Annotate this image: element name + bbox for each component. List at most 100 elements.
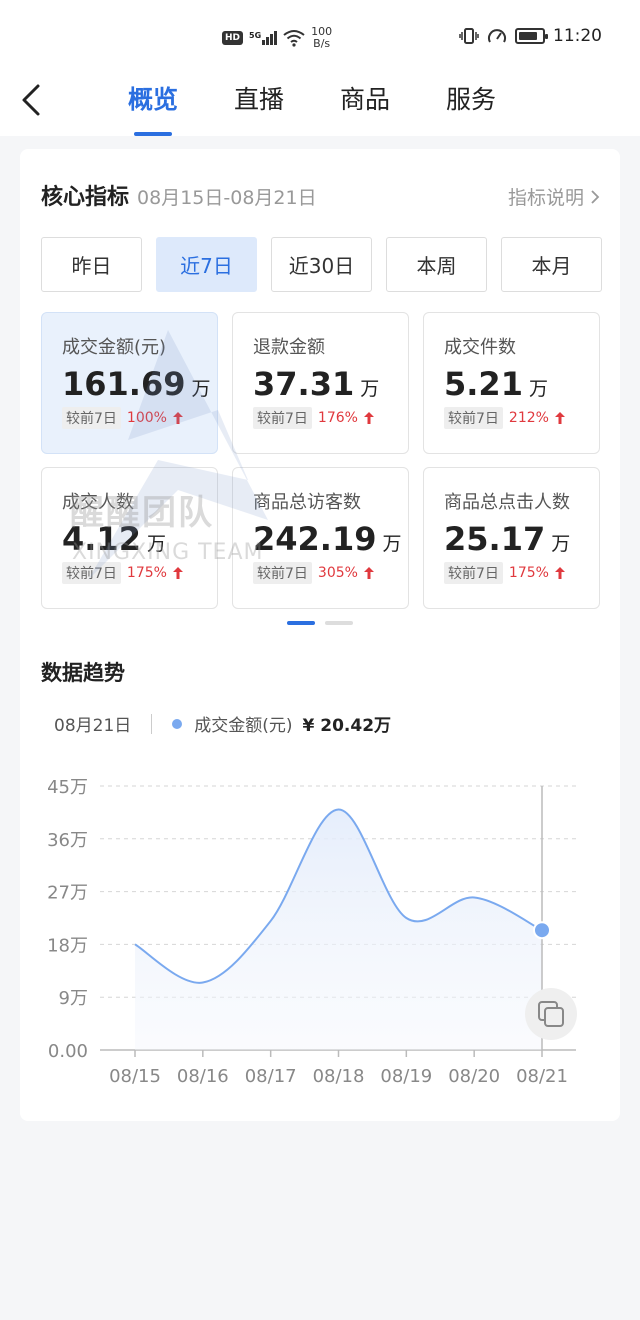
x-tick-label: 08/16 <box>177 1066 229 1087</box>
series-area <box>135 809 542 1050</box>
arrow-up-icon <box>363 412 374 424</box>
metric-unit: 万 <box>360 378 380 400</box>
metric-card[interactable]: 商品总访客数 242.19 万 较前7日 305% <box>232 467 409 609</box>
net-speed-unit: B/s <box>313 37 331 50</box>
period-last-7-days[interactable]: 近7日 <box>156 237 257 292</box>
change-percent: 305% <box>317 565 358 581</box>
series-label: 成交金额(元) <box>194 716 293 736</box>
metric-unit: 万 <box>191 378 211 400</box>
metric-unit: 万 <box>528 378 548 400</box>
tab-products[interactable]: 商品 <box>340 80 390 136</box>
y-tick-label: 27万 <box>47 883 88 904</box>
metric-label: 退款金额 <box>253 337 325 358</box>
x-tick-label: 08/19 <box>380 1066 432 1087</box>
period-yesterday[interactable]: 昨日 <box>41 237 142 292</box>
core-metrics-card: 核心指标 08月15日-08月21日 指标说明 昨日 近7日 近30日 本周 本… <box>20 149 620 1121</box>
compare-chip: 较前7日 <box>444 562 503 584</box>
metric-unit: 万 <box>382 533 402 555</box>
battery-fill <box>519 32 537 40</box>
period-selector: 昨日 近7日 近30日 本周 本月 <box>41 237 602 292</box>
metric-value: 25.17 <box>444 520 546 558</box>
metric-card[interactable]: 退款金额 37.31 万 较前7日 176% <box>232 312 409 454</box>
change-percent: 212% <box>508 410 549 426</box>
y-tick-label: 9万 <box>59 988 88 1009</box>
arrow-up-icon <box>172 412 183 424</box>
compare-chip: 较前7日 <box>253 407 312 429</box>
back-arrow-icon[interactable] <box>16 82 52 118</box>
wifi-icon <box>283 30 305 47</box>
clock: 11:20 <box>553 26 602 46</box>
arrow-up-icon <box>172 567 183 579</box>
tab-bar: 概览 直播 商品 服务 <box>128 80 496 136</box>
highlight-point <box>533 921 551 940</box>
y-tick-label: 18万 <box>47 935 88 956</box>
metric-label: 商品总点击人数 <box>444 492 570 513</box>
period-this-week[interactable]: 本周 <box>386 237 487 292</box>
selected-date: 08月21日 <box>54 716 132 736</box>
x-tick-label: 08/18 <box>313 1066 365 1087</box>
watermark-subtext: XINGXING TEAM <box>72 540 264 565</box>
change-percent: 176% <box>317 410 358 426</box>
compare-chip: 较前7日 <box>253 562 312 584</box>
metric-value: 242.19 <box>253 520 377 558</box>
arrow-up-icon <box>363 567 374 579</box>
trend-title: 数据趋势 <box>41 661 125 685</box>
metric-label: 商品总访客数 <box>253 492 361 513</box>
metric-label: 成交金额(元) <box>62 337 167 358</box>
y-tick-label: 36万 <box>47 830 88 851</box>
status-left: HD 5G 100 B/s <box>222 26 332 50</box>
tab-service[interactable]: 服务 <box>446 80 496 136</box>
metric-value: 5.21 <box>444 365 523 403</box>
change-percent: 100% <box>126 410 167 426</box>
metric-card[interactable]: 商品总点击人数 25.17 万 较前7日 175% <box>423 467 600 609</box>
trend-chart[interactable]: 0.00 9万 18万 27万 36万 45万 08/15 08/16 08/17 08/18 08… <box>20 769 620 1099</box>
metric-card[interactable]: 成交金额(元) 161.69 万 较前7日 100% <box>41 312 218 454</box>
metric-card[interactable]: 成交件数 5.21 万 较前7日 212% <box>423 312 600 454</box>
top-nav: 概览 直播 商品 服务 <box>0 70 640 136</box>
metric-help-label: 指标说明 <box>507 187 584 209</box>
signal-icon: 5G <box>249 31 278 45</box>
hd-badge: HD <box>222 31 244 45</box>
chevron-right-icon <box>591 189 600 204</box>
y-tick-label: 0.00 <box>48 1041 88 1062</box>
compare-chip: 较前7日 <box>62 407 121 429</box>
metric-unit: 万 <box>551 533 571 555</box>
status-bar: HD 5G 100 B/s 11:20 <box>0 0 640 70</box>
status-right: 11:20 <box>459 26 602 46</box>
compare-chip: 较前7日 <box>444 407 503 429</box>
copy-icon[interactable] <box>525 988 577 1040</box>
signal-label: 5G <box>249 31 262 40</box>
battery-icon <box>515 28 548 44</box>
period-last-30-days[interactable]: 近30日 <box>271 237 372 292</box>
selected-value: ¥ 20.42万 <box>302 716 392 736</box>
period-this-month[interactable]: 本月 <box>501 237 602 292</box>
change-percent: 175% <box>508 565 549 581</box>
x-tick-label: 08/15 <box>109 1066 161 1087</box>
x-tick-label: 08/17 <box>245 1066 297 1087</box>
x-tick-label: 08/21 <box>516 1066 568 1087</box>
trend-legend: 08月21日 成交金额(元) ¥ 20.42万 <box>54 711 391 736</box>
metric-value: 37.31 <box>253 365 355 403</box>
tab-live[interactable]: 直播 <box>234 80 284 136</box>
arrow-up-icon <box>554 412 565 424</box>
metric-value: 161.69 <box>62 365 186 403</box>
metric-label: 成交件数 <box>444 337 516 358</box>
speedometer-icon <box>488 29 506 43</box>
vibrate-icon <box>459 28 479 44</box>
legend-dot-icon <box>172 718 183 729</box>
y-tick-label: 45万 <box>47 777 88 798</box>
metric-help-link[interactable]: 指标说明 <box>508 183 600 210</box>
net-speed: 100 B/s <box>311 26 332 50</box>
page-indicator <box>287 621 353 625</box>
date-range: 08月15日-08月21日 <box>137 187 317 209</box>
compare-chip: 较前7日 <box>62 562 121 584</box>
legend-divider <box>151 713 153 734</box>
x-tick-label: 08/20 <box>448 1066 500 1087</box>
page-dot <box>325 621 353 625</box>
card-title: 核心指标 <box>41 185 130 210</box>
watermark-text: 醒醒团队 <box>70 493 214 533</box>
tab-overview[interactable]: 概览 <box>128 80 178 136</box>
card-header: 核心指标 08月15日-08月21日 指标说明 <box>41 179 600 213</box>
arrow-up-icon <box>554 567 565 579</box>
page-dot-active <box>287 621 315 625</box>
